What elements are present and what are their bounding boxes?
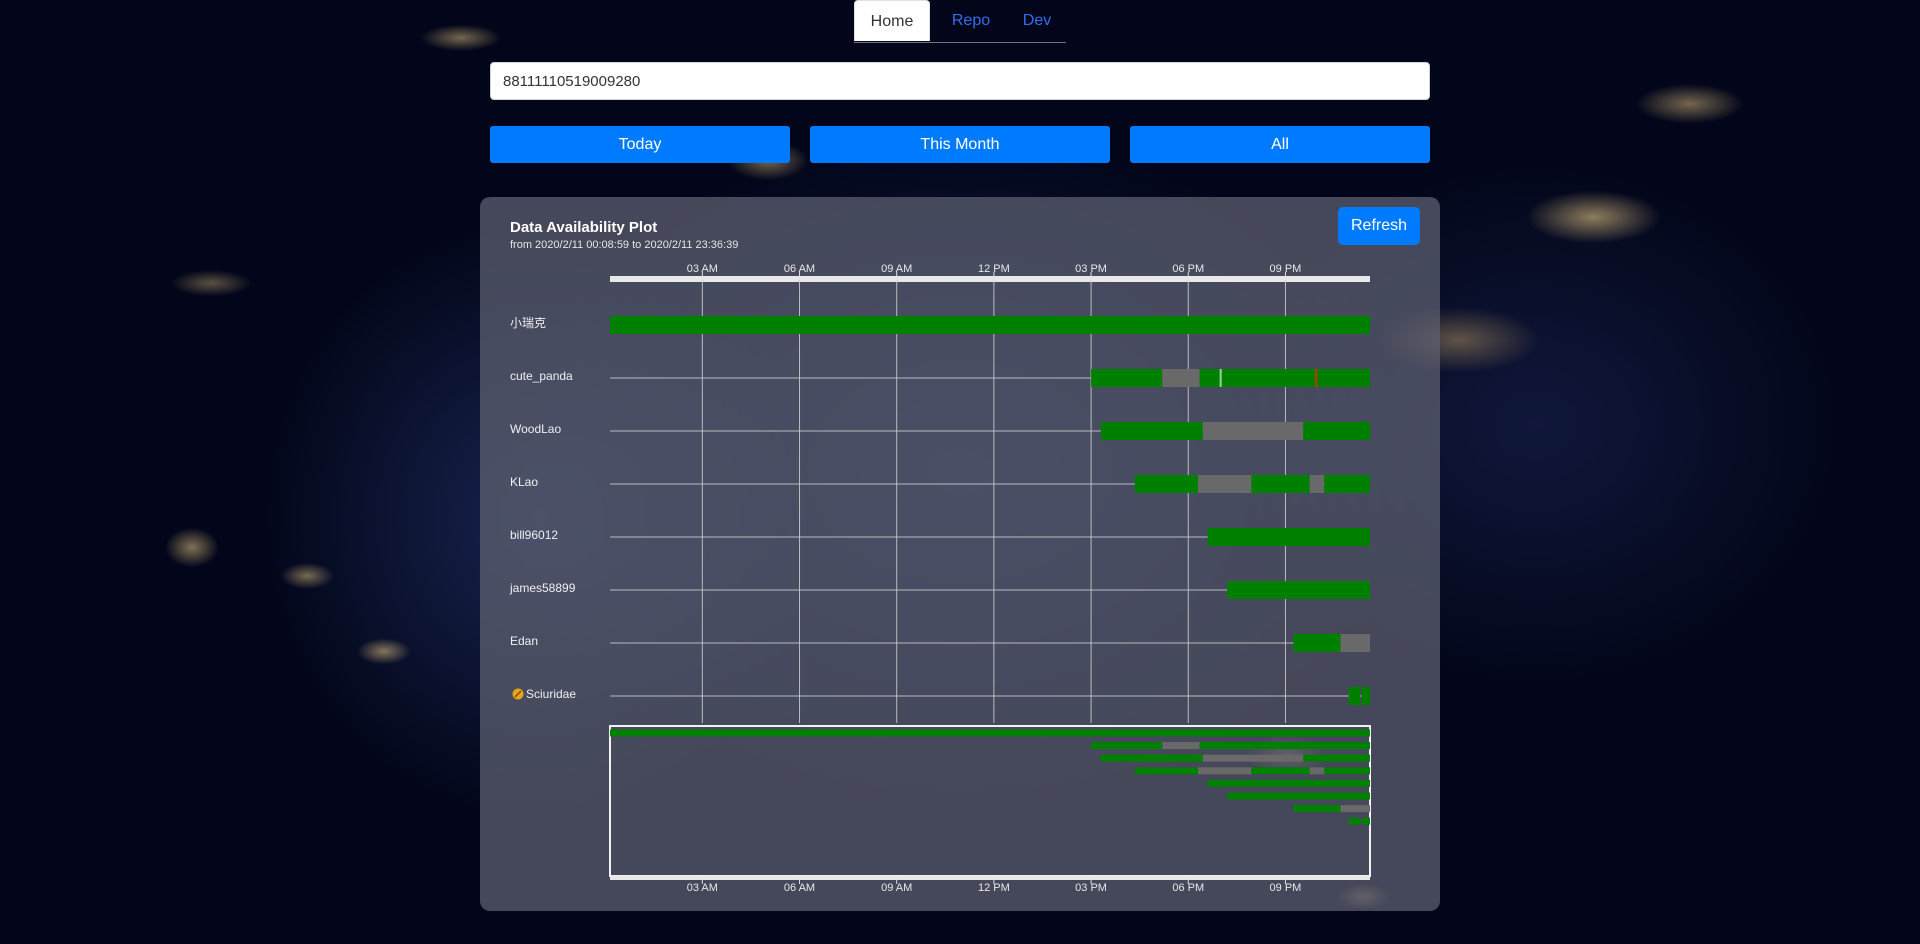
row-label: Edan	[510, 634, 538, 648]
x-tick-label: 06 AM	[784, 263, 815, 275]
segment-marker	[1315, 369, 1318, 387]
segment-unavailable	[1197, 475, 1252, 493]
row-label: james58899	[509, 581, 576, 595]
x-tick-label: 09 AM	[881, 263, 912, 275]
brush-segment-unavailable	[1309, 767, 1325, 775]
top-axis-bar	[610, 276, 1370, 282]
brush-tick-label: 12 PM	[978, 882, 1010, 894]
brush-segment-unavailable	[1197, 767, 1252, 775]
segment-marker	[1219, 369, 1222, 387]
segment-available	[1134, 475, 1198, 493]
brush-segment-available	[1293, 805, 1341, 813]
brush-segment-unavailable	[1340, 805, 1370, 813]
segment-available	[1348, 687, 1360, 705]
brush-segment-available	[1199, 742, 1370, 750]
row-label: KLao	[510, 475, 538, 489]
brush-segment-available	[1207, 779, 1370, 787]
brush-tick-label: 03 AM	[687, 882, 718, 894]
main-plot: 03 AM 06 AM 09 AM 12 PM 03 PM 06 PM 09 PM 小瑞克 cu…	[509, 263, 1370, 723]
x-tick-label: 09 PM	[1270, 263, 1302, 275]
segment-unavailable	[1162, 369, 1200, 387]
refresh-button[interactable]: Refresh	[1338, 207, 1420, 245]
segment-available	[1251, 475, 1310, 493]
brush-tick-label: 06 AM	[784, 882, 815, 894]
brush-segment-unavailable	[1202, 754, 1304, 762]
row-label: bill96012	[510, 528, 558, 542]
row-label: cute_panda	[510, 369, 573, 383]
chart-title: Data Availability Plot	[510, 219, 657, 236]
brush-segment-available	[1251, 767, 1310, 775]
segment-unavailable	[1340, 634, 1370, 652]
x-tick-label: 06 PM	[1172, 263, 1204, 275]
brush-tick-label: 03 PM	[1075, 882, 1107, 894]
brush-segment-unavailable	[1162, 742, 1200, 750]
brush-segment-available	[1324, 767, 1370, 775]
segment-available	[1227, 581, 1370, 599]
brush-tick-label: 09 AM	[881, 882, 912, 894]
brush-segment-available	[1100, 754, 1203, 762]
brush-segment-available	[1348, 817, 1360, 825]
brush-axis-bar	[610, 876, 1370, 880]
segment-unavailable	[1202, 422, 1304, 440]
x-tick-label: 03 PM	[1075, 263, 1107, 275]
brush-segment-available	[610, 729, 1370, 737]
segment-available	[1199, 369, 1370, 387]
x-tick-label: 03 AM	[687, 263, 718, 275]
segment-available	[1091, 369, 1163, 387]
segment-available	[1207, 528, 1370, 546]
brush-segment-available	[1227, 792, 1370, 800]
segment-available	[1324, 475, 1370, 493]
row-label: WoodLao	[510, 422, 561, 436]
row-label: Sciuridae	[526, 687, 576, 701]
brush-segment-available	[1091, 742, 1163, 750]
chart-subtitle: from 2020/2/11 00:08:59 to 2020/2/11 23:…	[510, 239, 738, 251]
segment-available	[1303, 422, 1370, 440]
segment-available	[1100, 422, 1203, 440]
segment-available	[1293, 634, 1341, 652]
brush-overview[interactable]: 03 AM 06 AM 09 AM 12 PM 03 PM 06 PM 09 PM	[609, 725, 1371, 894]
segment-unavailable	[1309, 475, 1325, 493]
segment-available	[1361, 687, 1370, 705]
brush-segment-available	[1303, 754, 1370, 762]
row-label: 小瑞克	[510, 316, 546, 330]
availability-chart: Data Availability Plot from 2020/2/11 00…	[509, 219, 1371, 894]
brush-segment-available	[1134, 767, 1198, 775]
segment-available	[610, 316, 1370, 334]
brush-tick-label: 06 PM	[1172, 882, 1204, 894]
brush-segment-available	[1361, 817, 1370, 825]
x-tick-label: 12 PM	[978, 263, 1010, 275]
brush-tick-label: 09 PM	[1270, 882, 1302, 894]
